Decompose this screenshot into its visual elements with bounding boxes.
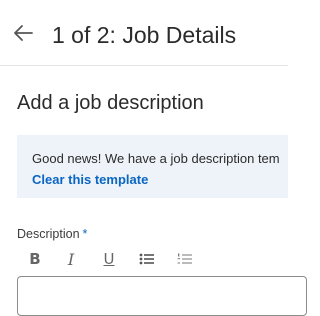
template-banner: Good news! We have a job description tem… xyxy=(17,135,288,198)
formatting-toolbar: B I U xyxy=(17,248,288,270)
italic-button[interactable]: I xyxy=(59,248,83,270)
bulleted-list-button[interactable] xyxy=(135,248,159,270)
section-title: Add a job description xyxy=(17,92,204,114)
required-marker: * xyxy=(82,227,88,241)
description-editor[interactable] xyxy=(17,276,307,316)
description-label: Description * xyxy=(17,226,87,242)
back-button[interactable] xyxy=(10,20,36,46)
numbered-list-button[interactable] xyxy=(173,248,197,270)
page-header: 1 of 2: Job Details xyxy=(0,0,288,66)
bulleted-list-icon xyxy=(139,253,154,265)
bold-button[interactable]: B xyxy=(23,248,47,270)
arrow-left-icon xyxy=(14,25,33,41)
underline-button[interactable]: U xyxy=(97,248,121,270)
clear-template-link[interactable]: Clear this template xyxy=(32,172,148,188)
numbered-list-icon xyxy=(177,253,192,264)
description-label-text: Description xyxy=(17,227,80,241)
banner-message: Good news! We have a job description tem xyxy=(32,151,280,166)
page-title: 1 of 2: Job Details xyxy=(52,22,237,48)
